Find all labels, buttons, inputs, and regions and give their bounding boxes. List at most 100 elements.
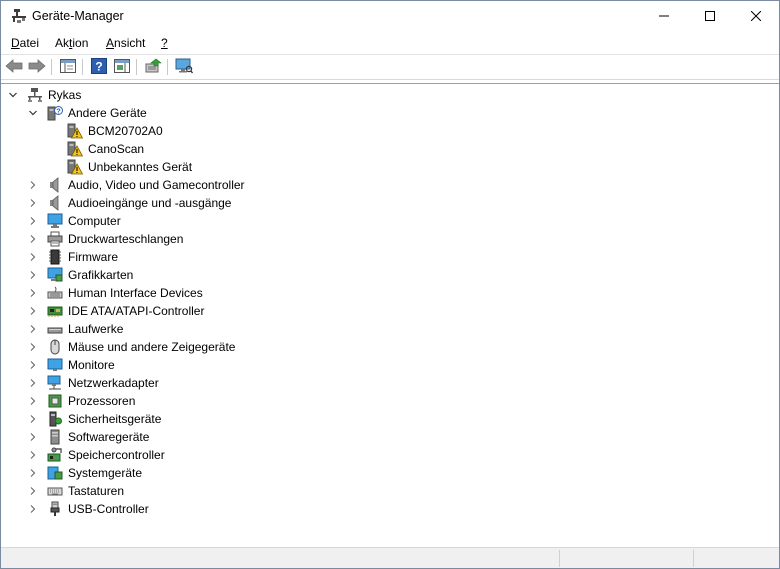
device-unbekanntes-geraet[interactable]: Unbekanntes Gerät <box>47 158 192 176</box>
scan-hardware-changes-button[interactable] <box>175 58 194 77</box>
chevron-right-icon[interactable] <box>27 359 39 371</box>
device-tree[interactable]: Rykas ? Andere Geräte BCM20702A0 CanoSca… <box>1 83 779 547</box>
category-maeuse-zeigegeraete[interactable]: Mäuse und andere Zeigegeräte <box>27 338 235 356</box>
category-label: Tastaturen <box>68 484 125 498</box>
device-label: BCM20702A0 <box>88 124 163 138</box>
maximize-button[interactable] <box>687 1 733 31</box>
category-label: Monitore <box>68 358 115 372</box>
category-softwaregeraete[interactable]: Softwaregeräte <box>27 428 149 446</box>
device-label: CanoScan <box>88 142 145 156</box>
security-device-icon <box>47 411 63 427</box>
device-manager-app-icon <box>11 8 27 24</box>
chevron-right-icon[interactable] <box>27 179 39 191</box>
category-usb-controller[interactable]: USB-Controller <box>27 500 149 518</box>
update-driver-button[interactable] <box>144 58 162 76</box>
category-label: Audio, Video und Gamecontroller <box>68 178 245 192</box>
chevron-right-icon[interactable] <box>27 305 39 317</box>
title-bar[interactable]: Geräte-Manager <box>1 1 779 31</box>
chevron-right-icon[interactable] <box>27 233 39 245</box>
help-button[interactable]: ? <box>90 57 108 77</box>
chevron-right-icon[interactable] <box>27 395 39 407</box>
action-pane-icon <box>114 58 130 76</box>
category-label: IDE ATA/ATAPI-Controller <box>68 304 205 318</box>
category-audioeingaenge-ausgaenge[interactable]: Audioeingänge und -ausgänge <box>27 194 231 212</box>
chevron-right-icon[interactable] <box>27 431 39 443</box>
category-monitore[interactable]: Monitore <box>27 356 115 374</box>
chevron-right-icon[interactable] <box>27 413 39 425</box>
show-hide-console-tree-button[interactable] <box>59 58 77 76</box>
category-label: USB-Controller <box>68 502 149 516</box>
category-audio-video-gamecontroller[interactable]: Audio, Video und Gamecontroller <box>27 176 245 194</box>
chevron-right-icon[interactable] <box>27 197 39 209</box>
scan-hardware-icon <box>175 58 194 77</box>
category-tastaturen[interactable]: Tastaturen <box>27 482 124 500</box>
speaker-icon <box>47 177 63 193</box>
device-manager-window: Geräte-Manager Datei Aktion Ansicht ? ? … <box>0 0 780 569</box>
category-label: Mäuse und andere Zeigegeräte <box>68 340 236 354</box>
chevron-right-icon[interactable] <box>27 251 39 263</box>
category-label: Firmware <box>68 250 118 264</box>
category-netzwerkadapter[interactable]: Netzwerkadapter <box>27 374 159 392</box>
firmware-icon <box>47 249 63 265</box>
category-firmware[interactable]: Firmware <box>27 248 118 266</box>
device-bcm20702a0[interactable]: BCM20702A0 <box>47 122 163 140</box>
chevron-right-icon[interactable] <box>27 215 39 227</box>
minimize-button[interactable] <box>641 1 687 31</box>
usb-icon <box>47 501 63 517</box>
category-andere-geraete[interactable]: ? Andere Geräte <box>27 104 147 122</box>
forward-arrow-icon <box>28 58 46 76</box>
system-device-icon <box>47 465 63 481</box>
chevron-right-icon[interactable] <box>27 467 39 479</box>
chevron-right-icon[interactable] <box>27 269 39 281</box>
category-systemgeraete[interactable]: Systemgeräte <box>27 464 142 482</box>
category-label: Softwaregeräte <box>68 430 150 444</box>
device-label: Unbekanntes Gerät <box>88 160 193 174</box>
chevron-right-icon[interactable] <box>27 503 39 515</box>
category-computer[interactable]: Computer <box>27 212 121 230</box>
ide-controller-icon <box>47 303 63 319</box>
warning-device-icon <box>67 123 83 139</box>
category-sicherheitsgeraete[interactable]: Sicherheitsgeräte <box>27 410 161 428</box>
status-divider <box>693 550 694 567</box>
monitor-icon <box>47 213 63 229</box>
menu-aktion[interactable]: Aktion <box>55 36 88 50</box>
device-canoscan[interactable]: CanoScan <box>47 140 144 158</box>
network-adapter-icon <box>47 375 63 391</box>
chevron-down-icon[interactable] <box>7 89 19 101</box>
chevron-right-icon[interactable] <box>27 341 39 353</box>
chevron-right-icon[interactable] <box>27 323 39 335</box>
close-button[interactable] <box>733 1 779 31</box>
help-icon: ? <box>91 57 107 77</box>
menu-ansicht[interactable]: Ansicht <box>106 36 145 50</box>
chevron-down-icon[interactable] <box>27 107 39 119</box>
update-driver-icon <box>145 58 162 77</box>
category-label: Speichercontroller <box>68 448 165 462</box>
category-label: Systemgeräte <box>68 466 143 480</box>
tree-root-rykas[interactable]: Rykas <box>7 86 81 104</box>
action-pane-button[interactable] <box>113 58 131 76</box>
mouse-icon <box>47 339 63 355</box>
forward-button[interactable] <box>28 58 46 76</box>
category-prozessoren[interactable]: Prozessoren <box>27 392 135 410</box>
category-grafikkarten[interactable]: Grafikkarten <box>27 266 133 284</box>
chevron-right-icon[interactable] <box>27 449 39 461</box>
category-ide-ata-atapi-controller[interactable]: IDE ATA/ATAPI-Controller <box>27 302 204 320</box>
category-laufwerke[interactable]: Laufwerke <box>27 320 123 338</box>
drive-icon <box>47 321 63 337</box>
category-druckwarteschlangen[interactable]: Druckwarteschlangen <box>27 230 183 248</box>
svg-text:?: ? <box>56 109 60 116</box>
menu-help[interactable]: ? <box>161 36 168 50</box>
chevron-right-icon[interactable] <box>27 287 39 299</box>
chevron-right-icon[interactable] <box>27 377 39 389</box>
category-label: Computer <box>68 214 121 228</box>
menu-datei[interactable]: Datei <box>11 36 39 50</box>
hid-icon <box>47 285 63 301</box>
back-button[interactable] <box>5 58 23 76</box>
computer-tree-icon <box>27 87 43 103</box>
chevron-right-icon[interactable] <box>27 485 39 497</box>
display-adapter-icon <box>47 267 63 283</box>
category-label: Druckwarteschlangen <box>68 232 184 246</box>
category-label: Netzwerkadapter <box>68 376 159 390</box>
category-human-interface-devices[interactable]: Human Interface Devices <box>27 284 203 302</box>
category-speichercontroller[interactable]: Speichercontroller <box>27 446 165 464</box>
